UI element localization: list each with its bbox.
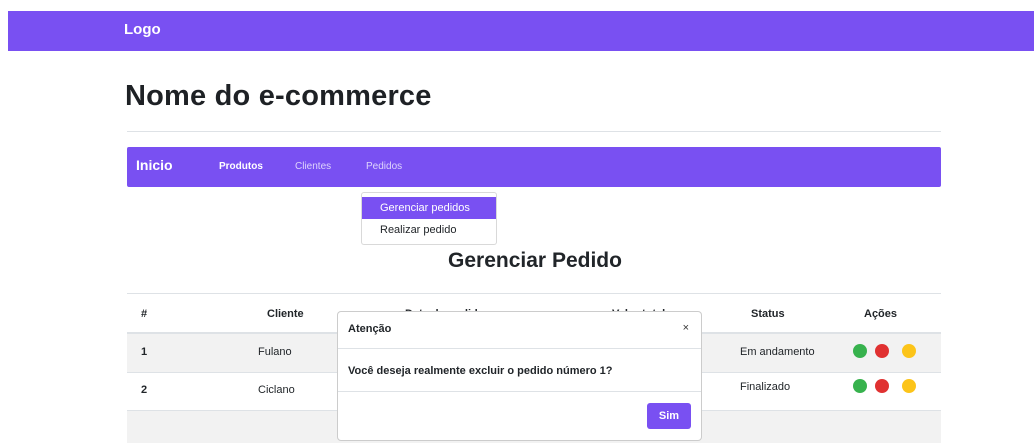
header-num: #	[141, 308, 148, 320]
row-2-cliente: Ciclano	[258, 384, 295, 396]
red-delete-icon[interactable]	[875, 344, 889, 358]
confirm-button[interactable]: Sim	[647, 403, 691, 429]
top-header-bar: Logo	[8, 11, 1034, 51]
modal-title: Atenção	[348, 323, 392, 335]
header-acoes: Ações	[864, 308, 898, 320]
logo[interactable]: Logo	[124, 21, 161, 38]
green-action-icon[interactable]	[853, 344, 867, 358]
nav-brand-inicio[interactable]: Inicio	[136, 157, 173, 173]
header-status: Status	[751, 308, 785, 320]
pedidos-dropdown-menu: Gerenciar pedidos Realizar pedido	[361, 192, 497, 245]
row-1-num: 1	[141, 346, 148, 358]
confirm-delete-modal: Atenção × Você deseja realmente excluir …	[337, 311, 702, 441]
nav-link-pedidos[interactable]: Pedidos	[366, 161, 402, 172]
row-2-num: 2	[141, 384, 148, 396]
store-title: Nome do e-commerce	[125, 80, 432, 112]
row-1-status: Em andamento	[740, 346, 815, 358]
nav-link-produtos[interactable]: Produtos	[219, 161, 263, 172]
main-navbar: Inicio Produtos Clientes Pedidos	[127, 147, 941, 187]
modal-header-divider	[338, 348, 701, 349]
red-delete-icon[interactable]	[875, 379, 889, 393]
modal-message: Você deseja realmente excluir o pedido n…	[348, 365, 613, 377]
green-action-icon[interactable]	[853, 379, 867, 393]
modal-footer-divider	[338, 391, 701, 392]
yellow-edit-icon[interactable]	[902, 344, 916, 358]
divider	[127, 131, 941, 132]
header-cliente: Cliente	[267, 308, 304, 320]
dropdown-item-gerenciar-pedidos[interactable]: Gerenciar pedidos	[362, 197, 496, 219]
dropdown-item-realizar-pedido[interactable]: Realizar pedido	[362, 219, 496, 241]
table-top-border	[127, 293, 941, 294]
nav-link-clientes[interactable]: Clientes	[295, 161, 331, 172]
yellow-edit-icon[interactable]	[902, 379, 916, 393]
row-2-status: Finalizado	[740, 381, 791, 393]
page-heading: Gerenciar Pedido	[448, 249, 622, 272]
close-icon[interactable]: ×	[683, 322, 689, 334]
row-1-cliente: Fulano	[258, 346, 292, 358]
